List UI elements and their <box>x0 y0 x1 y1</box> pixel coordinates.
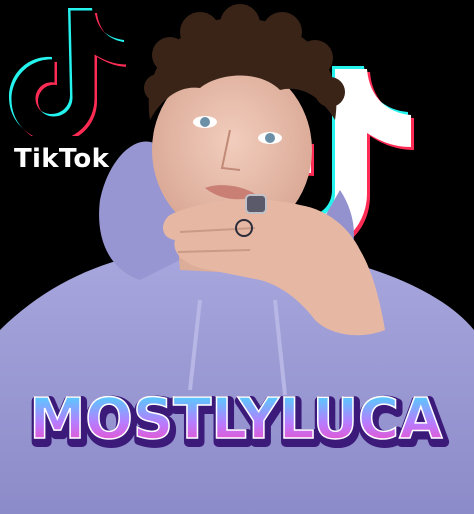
cover-image: TikTok MOSTLYLUCA MOSTLYLUCA <box>0 0 474 514</box>
tiktok-note-icon <box>9 8 129 143</box>
brand-name: TikTok <box>14 144 110 174</box>
channel-title: MOSTLYLUCA MOSTLYLUCA <box>27 386 451 461</box>
tiktok-logo: TikTok <box>6 6 129 174</box>
channel-title-text: MOSTLYLUCA <box>30 387 444 452</box>
